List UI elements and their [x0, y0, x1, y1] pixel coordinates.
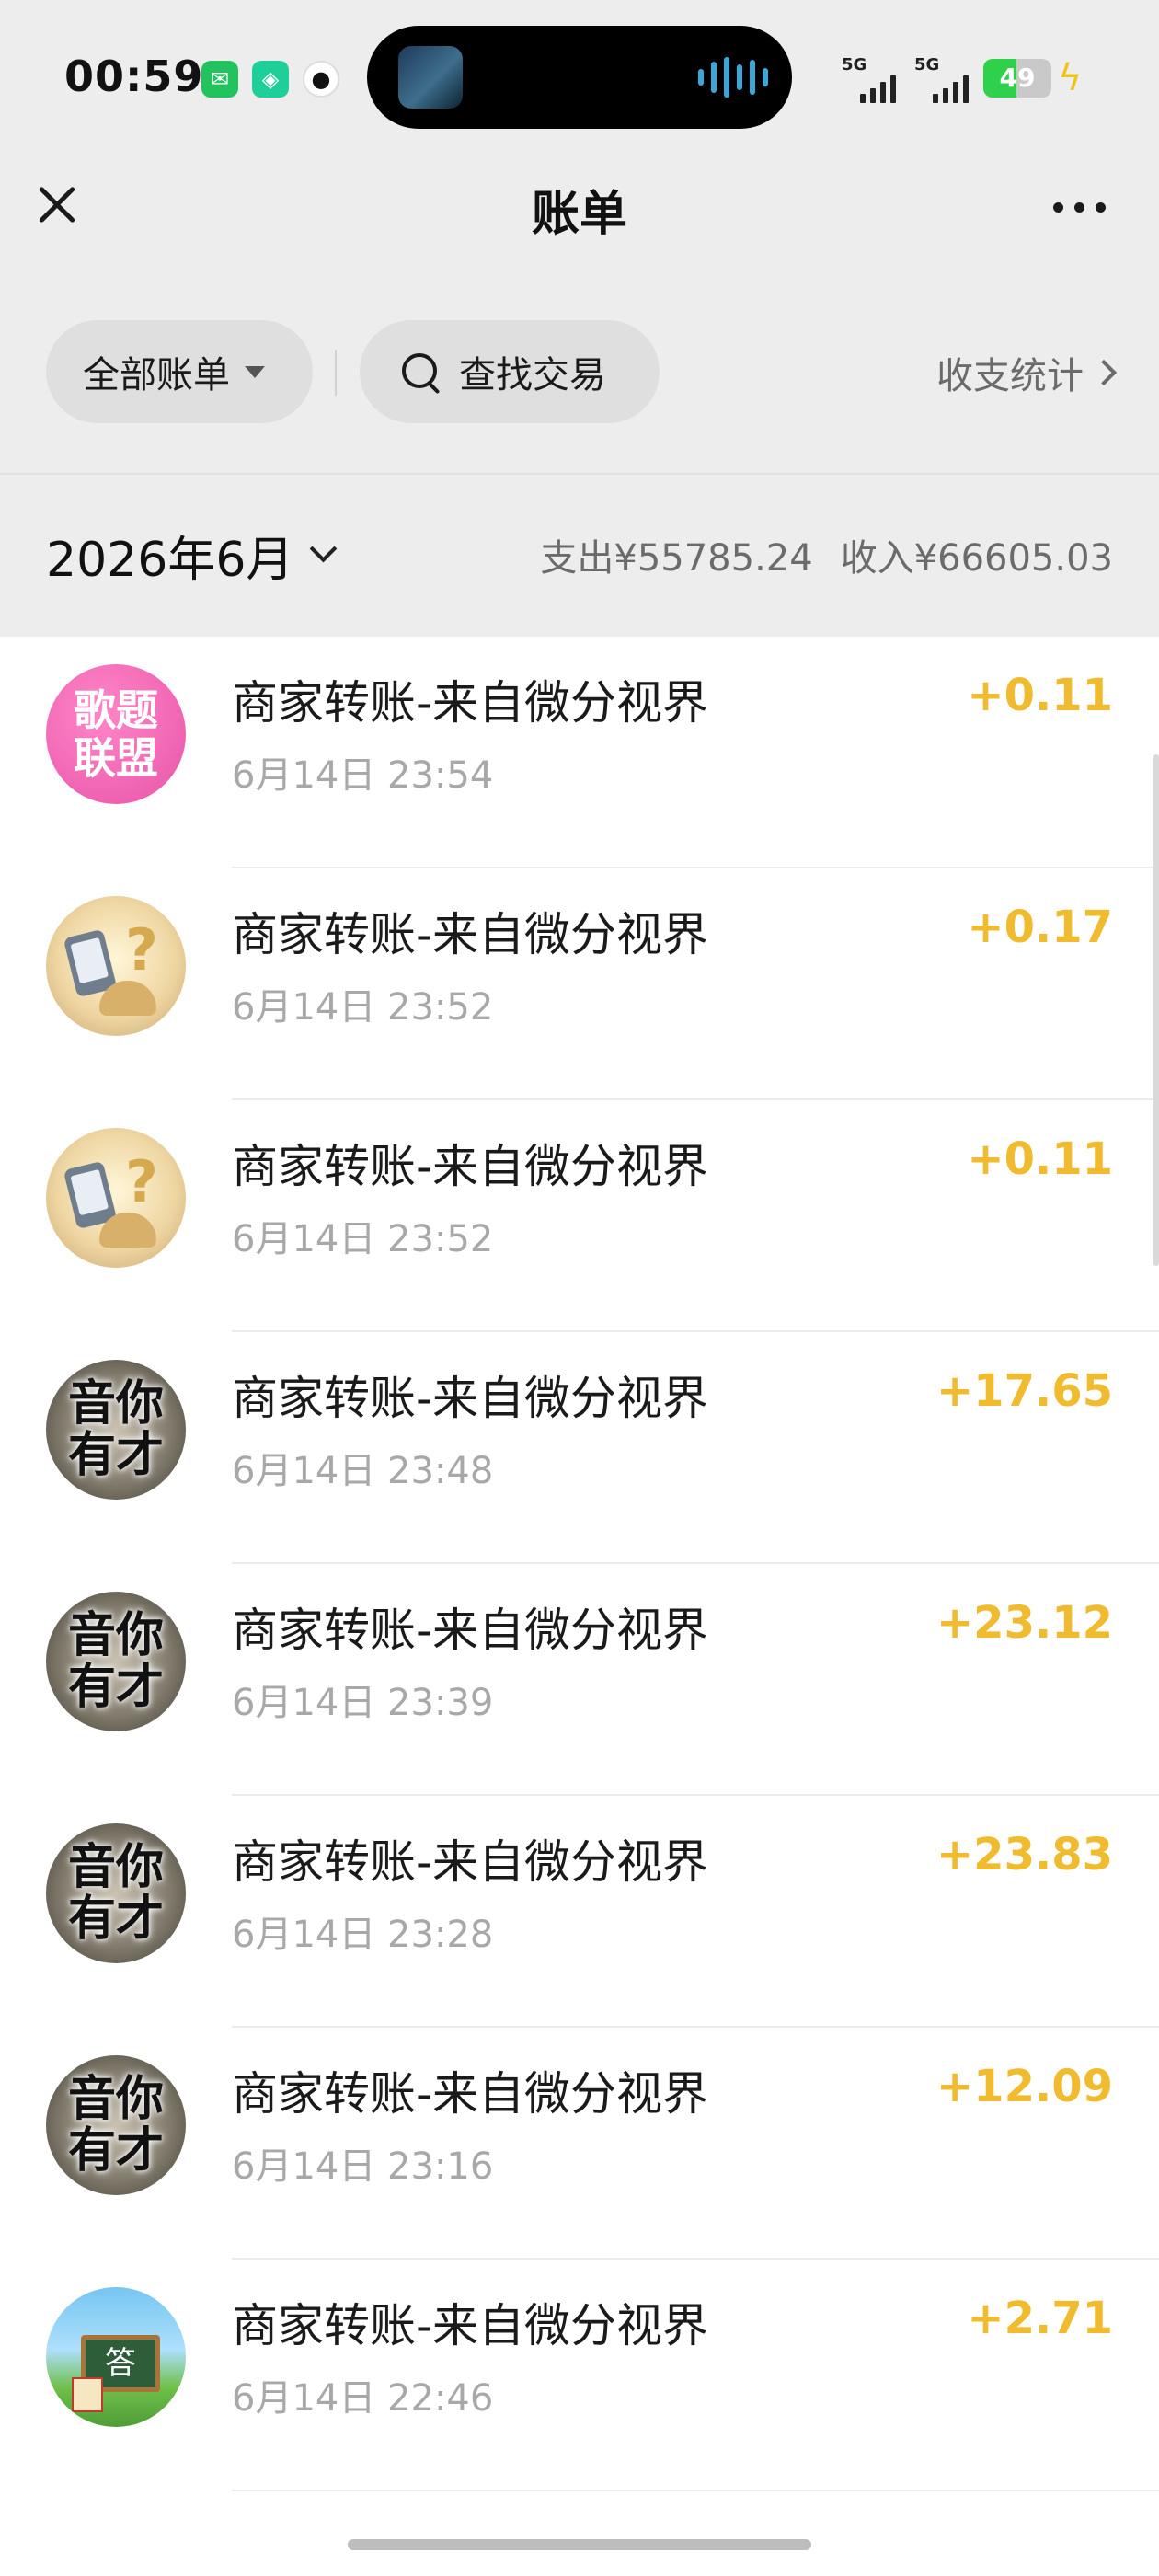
transaction-amount: +17.65	[935, 1365, 1113, 1417]
transaction-amount: +0.11	[967, 670, 1113, 721]
transaction-row[interactable]: 歌题联盟 商家转账-来自微分视界 6月14日 23:54 +0.11	[0, 637, 1159, 868]
merchant-avatar-challenge-icon: ?	[46, 896, 186, 1036]
transaction-time: 6月14日 23:28	[232, 1914, 494, 1956]
audio-wave-icon	[698, 57, 768, 98]
more-options-button[interactable]	[1047, 184, 1111, 230]
row-divider	[232, 2490, 1159, 2491]
transaction-time: 6月14日 23:39	[232, 1682, 494, 1724]
search-label: 查找交易	[459, 354, 606, 397]
transaction-amount: +12.09	[935, 2061, 1113, 2112]
avatar-text: 音你有才	[68, 2072, 165, 2179]
transaction-time: 6月14日 23:54	[232, 754, 494, 797]
dynamic-island[interactable]	[367, 26, 792, 129]
transaction-title: 商家转账-来自微分视界	[232, 2299, 709, 2352]
battery-icon: 49	[983, 59, 1051, 98]
page-title: 账单	[531, 187, 627, 242]
income-expense-stats-link[interactable]: 收支统计	[936, 346, 1118, 399]
transaction-title: 商家转账-来自微分视界	[232, 1372, 709, 1425]
section-divider	[0, 473, 1159, 475]
filter-divider	[335, 350, 337, 396]
now-playing-artwork	[398, 46, 463, 109]
search-transactions-button[interactable]: 查找交易	[360, 320, 660, 423]
merchant-avatar-answer-board: 答	[46, 2287, 186, 2427]
clock: 00:59	[64, 52, 204, 101]
home-indicator[interactable]	[348, 2539, 811, 2550]
stats-label: 收支统计	[936, 355, 1084, 397]
shield-notification-icon: ◈	[252, 61, 289, 98]
search-icon	[402, 353, 441, 395]
avatar-text: 音你有才	[68, 1376, 165, 1483]
expense-total: 支出¥55785.24	[540, 537, 813, 580]
transaction-amount: +0.17	[967, 902, 1113, 953]
avatar-text: 音你有才	[68, 1608, 165, 1715]
avatar-text: 音你有才	[68, 1840, 165, 1947]
avatar-text: 歌题联盟	[74, 685, 158, 783]
transaction-title: 商家转账-来自微分视界	[232, 2067, 709, 2121]
transaction-row[interactable]: ? 商家转账-来自微分视界 6月14日 23:52 +0.17	[0, 868, 1159, 1100]
transaction-row[interactable]: ? 商家转账-来自微分视界 6月14日 23:52 +0.11	[0, 1100, 1159, 1332]
transaction-amount: +0.11	[967, 1133, 1113, 1185]
status-bar: 00:59 ✉ ◈ ● 5G 5G 49 ϟ	[0, 0, 1159, 156]
month-selector[interactable]: 2026年6月	[46, 521, 338, 590]
transaction-title: 商家转账-来自微分视界	[232, 1835, 709, 1889]
transaction-row[interactable]: 音你有才 商家转账-来自微分视界 6月14日 23:48 +17.65	[0, 1332, 1159, 1564]
income-total: 收入¥66605.03	[840, 537, 1113, 580]
transaction-row[interactable]: 答 商家转账-来自微分视界 6月14日 22:46 +2.71	[0, 2260, 1159, 2491]
merchant-avatar-music-talent: 音你有才	[46, 1592, 186, 1731]
transaction-title: 商家转账-来自微分视界	[232, 676, 709, 730]
caret-down-icon	[245, 365, 265, 378]
transaction-amount: +23.12	[935, 1597, 1113, 1649]
transaction-title: 商家转账-来自微分视界	[232, 908, 709, 961]
merchant-avatar-song-league: 歌题联盟	[46, 664, 186, 804]
transaction-row[interactable]: 音你有才 商家转账-来自微分视界 6月14日 23:39 +23.12	[0, 1564, 1159, 1796]
all-bills-label: 全部账单	[83, 354, 230, 397]
month-summary: 支出¥55785.24 收入¥66605.03	[540, 528, 1113, 581]
all-bills-filter[interactable]: 全部账单	[46, 320, 313, 423]
transaction-amount: +2.71	[967, 2293, 1113, 2344]
transaction-title: 商家转账-来自微分视界	[232, 1140, 709, 1193]
transaction-row[interactable]: 音你有才 商家转账-来自微分视界 6月14日 23:28 +23.83	[0, 1796, 1159, 2028]
qq-notification-icon: ●	[303, 61, 339, 98]
merchant-avatar-music-talent: 音你有才	[46, 1360, 186, 1500]
transaction-time: 6月14日 23:52	[232, 1218, 494, 1260]
wechat-notification-icon: ✉	[201, 61, 238, 98]
merchant-avatar-music-talent: 音你有才	[46, 1823, 186, 1963]
transaction-amount: +23.83	[935, 1829, 1113, 1880]
chevron-right-icon	[1090, 359, 1118, 386]
merchant-avatar-music-talent: 音你有才	[46, 2055, 186, 2195]
transaction-title: 商家转账-来自微分视界	[232, 1604, 709, 1657]
month-label: 2026年6月	[46, 533, 294, 588]
charging-icon: ϟ	[1058, 57, 1083, 99]
scrollbar[interactable]	[1153, 754, 1159, 1266]
merchant-avatar-challenge-icon: ?	[46, 1128, 186, 1268]
header-area: 00:59 ✉ ◈ ● 5G 5G 49 ϟ 账单 全部账单 查找交易 收支统计…	[0, 0, 1159, 637]
chevron-down-icon	[310, 535, 338, 563]
transaction-time: 6月14日 23:16	[232, 2145, 494, 2188]
transaction-row[interactable]: 音你有才 商家转账-来自微分视界 6月14日 23:16 +12.09	[0, 2028, 1159, 2260]
transaction-time: 6月14日 22:46	[232, 2377, 494, 2420]
transaction-time: 6月14日 23:48	[232, 1450, 494, 1492]
battery-percent: 49	[999, 63, 1036, 93]
transaction-time: 6月14日 23:52	[232, 986, 494, 1029]
transaction-list: 歌题联盟 商家转账-来自微分视界 6月14日 23:54 +0.11 ? 商家转…	[0, 637, 1159, 2491]
